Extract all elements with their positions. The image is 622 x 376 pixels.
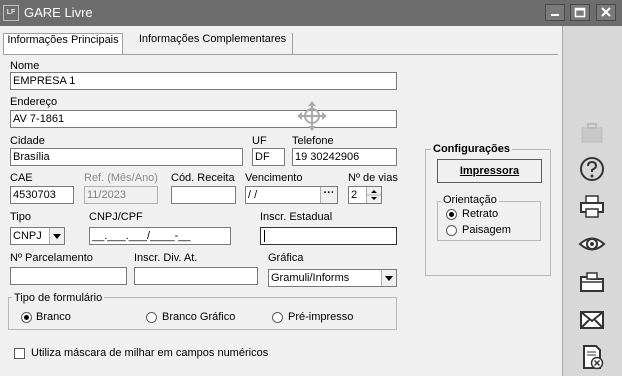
folder-icon: [580, 272, 604, 292]
ref-label: Ref. (Mês/Ano): [84, 172, 158, 184]
tipo-dropdown-button[interactable]: [49, 228, 64, 244]
document-delete-icon: [583, 345, 604, 370]
inscr-estadual-input[interactable]: [260, 227, 397, 245]
briefcase-button: [577, 119, 607, 145]
radio-branco-label[interactable]: Branco: [36, 311, 71, 323]
cod-receita-input[interactable]: [171, 186, 236, 204]
chevron-down-icon: [53, 234, 61, 239]
vencimento-input[interactable]: / / ···: [245, 186, 338, 204]
orientacao-label: Orientação: [441, 194, 499, 206]
chevron-down-icon: [385, 276, 393, 281]
grafica-value: Gramuli/Informs: [271, 272, 350, 284]
num-parcelamento-input[interactable]: [10, 267, 127, 285]
num-vias-spinner[interactable]: [366, 187, 381, 203]
print-button[interactable]: [577, 193, 607, 219]
telefone-label: Telefone: [292, 135, 334, 147]
minimize-button[interactable]: [545, 4, 565, 21]
configuracoes-label: Configurações: [431, 143, 513, 155]
text-caret: [264, 230, 265, 242]
briefcase-icon: [581, 123, 603, 143]
main-form: Informações Principais Informações Compl…: [0, 26, 562, 376]
cod-receita-label: Cód. Receita: [171, 172, 235, 184]
spinner-arrows-icon: [367, 190, 381, 200]
tipo-formulario-label: Tipo de formulário: [12, 292, 105, 304]
help-button[interactable]: [577, 156, 607, 182]
num-parcelamento-label: Nº Parcelamento: [10, 252, 93, 264]
envelope-icon: [580, 311, 604, 329]
radio-paisagem-label[interactable]: Paisagem: [462, 224, 511, 236]
radio-branco-grafico[interactable]: [146, 312, 157, 323]
tab-divider: [3, 54, 558, 55]
email-button[interactable]: [577, 307, 607, 333]
cae-input[interactable]: 4530703: [10, 186, 74, 204]
num-vias-input[interactable]: 2: [348, 186, 382, 204]
radio-branco[interactable]: [21, 312, 32, 323]
date-picker-button[interactable]: ···: [320, 187, 337, 203]
minimize-icon: [551, 14, 559, 16]
tipo-select[interactable]: CNPJ: [10, 227, 65, 245]
maximize-icon: [574, 7, 586, 18]
grafica-select[interactable]: Gramuli/Informs: [268, 269, 397, 287]
mascara-checkbox-label[interactable]: Utiliza máscara de milhar em campos numé…: [31, 347, 268, 359]
maximize-button[interactable]: [570, 4, 590, 21]
radio-pre-impresso[interactable]: [272, 312, 283, 323]
impressora-button[interactable]: Impressora: [437, 159, 542, 183]
num-vias-value: 2: [351, 189, 358, 201]
cidade-label: Cidade: [10, 135, 45, 147]
tab-informacoes-complementares[interactable]: Informações Complementares: [133, 33, 293, 54]
nome-label: Nome: [10, 60, 40, 72]
grafica-label: Gráfica: [268, 252, 304, 264]
close-button[interactable]: [596, 4, 616, 21]
radio-pre-impresso-label[interactable]: Pré-impresso: [288, 311, 353, 323]
telefone-input[interactable]: 19 30242906: [292, 148, 397, 166]
inscr-div-at-input[interactable]: [134, 267, 258, 285]
close-icon: [601, 7, 611, 17]
num-vias-label: Nº de vias: [348, 172, 398, 184]
tab-informacoes-principais[interactable]: Informações Principais: [3, 33, 123, 54]
move-cursor-icon: [297, 101, 327, 131]
radio-retrato[interactable]: [446, 209, 457, 220]
cnpj-cpf-input[interactable]: __.___.___/____-__: [89, 227, 231, 245]
tipo-label: Tipo: [10, 211, 31, 223]
endereco-input[interactable]: AV 7-1861: [10, 110, 397, 128]
endereco-label: Endereço: [10, 96, 58, 108]
ref-input: 11/2023: [84, 186, 158, 204]
open-folder-button[interactable]: [577, 269, 607, 295]
vencimento-label: Vencimento: [245, 172, 303, 184]
printer-icon: [580, 195, 604, 218]
window-title: GARE Livre: [24, 5, 93, 20]
grafica-dropdown-button[interactable]: [381, 270, 396, 286]
uf-input[interactable]: DF: [252, 148, 285, 166]
nome-input[interactable]: EMPRESA 1: [10, 72, 397, 90]
uf-label: UF: [252, 135, 267, 147]
radio-branco-grafico-label[interactable]: Branco Gráfico: [162, 311, 235, 323]
preview-button[interactable]: [577, 231, 607, 257]
title-bar: LF GARE Livre: [0, 0, 622, 26]
delete-document-button[interactable]: [577, 344, 607, 370]
tipo-value: CNPJ: [13, 230, 42, 242]
impressora-button-label: Impressora: [459, 165, 520, 177]
vencimento-value: / /: [248, 189, 258, 201]
radio-paisagem[interactable]: [446, 225, 457, 236]
inscr-estadual-label: Inscr. Estadual: [260, 211, 333, 223]
right-toolbar: [562, 26, 622, 376]
help-icon: [580, 157, 604, 181]
mascara-checkbox[interactable]: [14, 348, 25, 359]
cae-label: CAE: [10, 172, 33, 184]
cidade-input[interactable]: Brasília: [10, 148, 243, 166]
preview-eye-icon: [578, 237, 606, 251]
inscr-div-at-label: Inscr. Div. At.: [134, 252, 198, 264]
cnpj-cpf-label: CNPJ/CPF: [89, 211, 143, 223]
app-icon: LF: [3, 5, 19, 21]
radio-retrato-label[interactable]: Retrato: [462, 208, 498, 220]
